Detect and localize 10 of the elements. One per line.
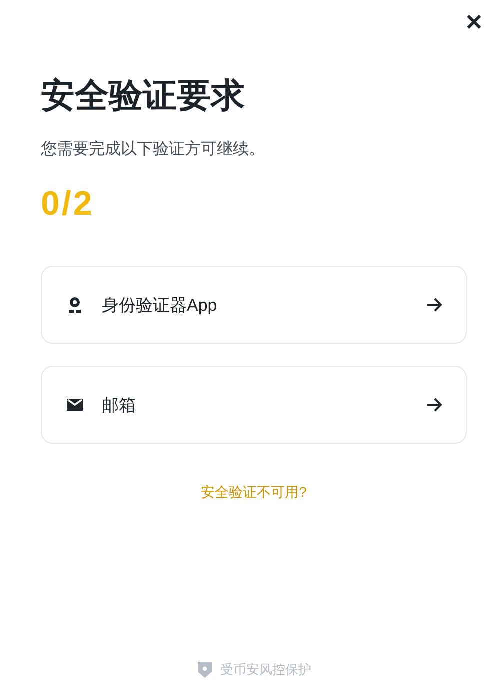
footer-text: 受币安风控保护 (220, 661, 312, 679)
shield-icon (196, 661, 212, 679)
user-icon (66, 296, 84, 314)
progress-count: 0/2 (41, 184, 96, 224)
subtitle: 您需要完成以下验证方可继续。 (41, 140, 266, 160)
dialog-title: 安全验证要求 (41, 76, 246, 117)
verification-option[interactable]: 身份验证器App (41, 266, 467, 344)
envelope-icon (66, 396, 84, 414)
close-button[interactable]: ✕ (461, 10, 487, 36)
verification-option[interactable]: 邮箱 (41, 366, 467, 444)
